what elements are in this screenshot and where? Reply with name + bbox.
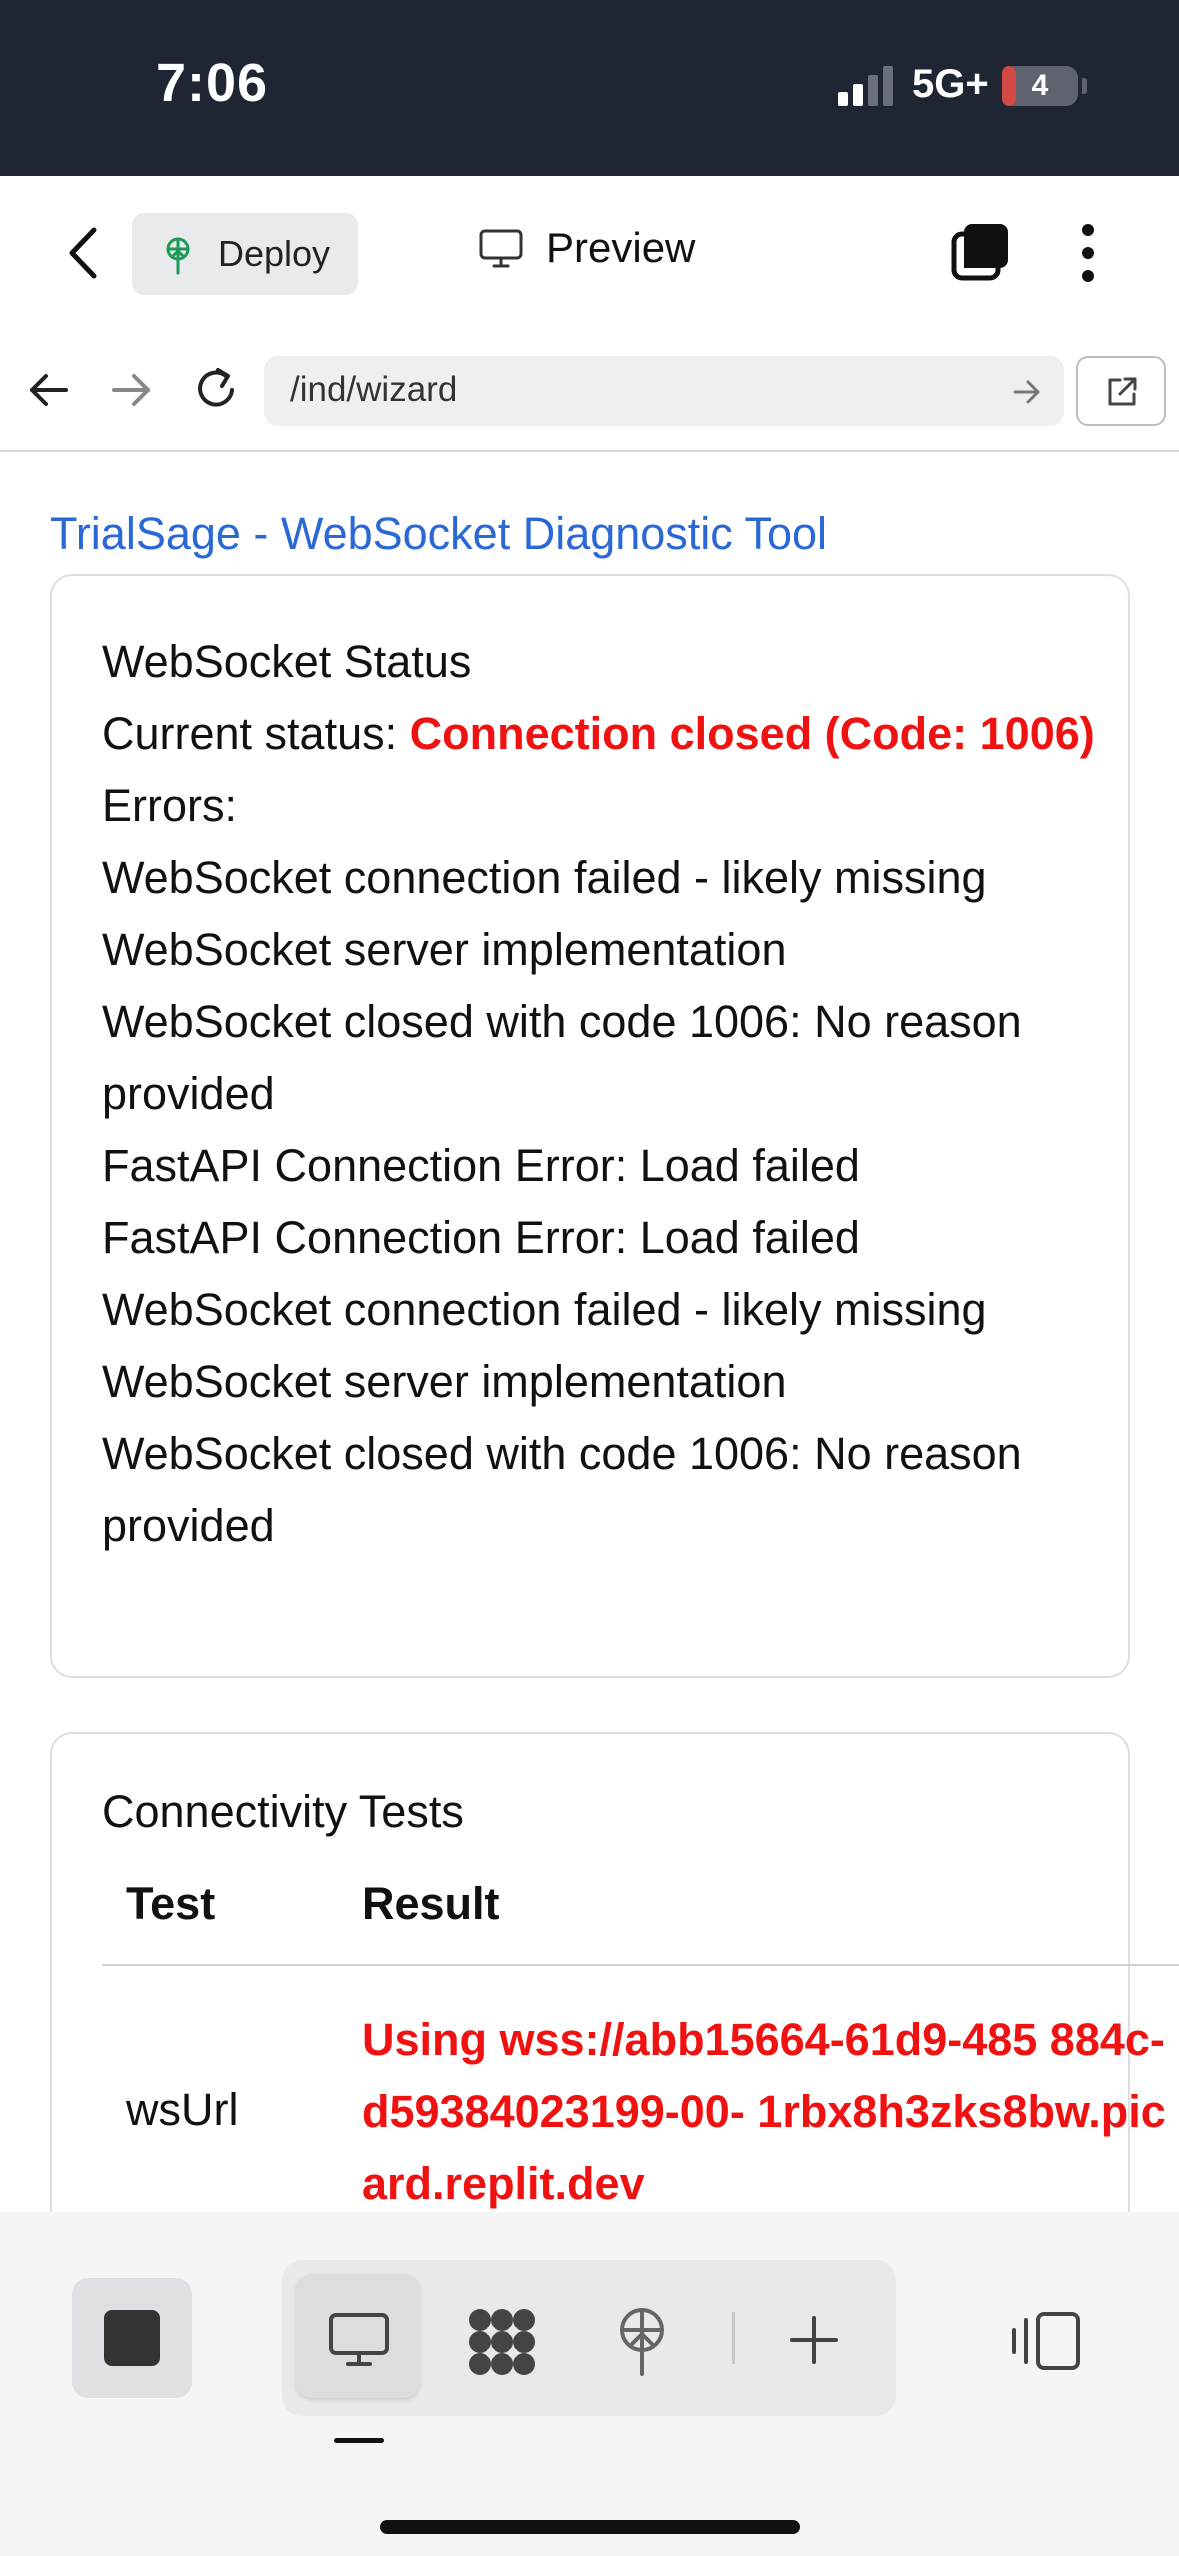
battery-icon: 4 bbox=[1002, 66, 1078, 106]
error-item: FastAPI Connection Error: Load failed bbox=[102, 1212, 860, 1263]
error-item: FastAPI Connection Error: Load failed bbox=[102, 1140, 860, 1191]
deploy-icon[interactable] bbox=[612, 2306, 672, 2376]
websocket-status-card: WebSocket Status Current status: Connect… bbox=[50, 574, 1130, 1678]
deploy-button[interactable]: Deploy bbox=[132, 213, 358, 295]
go-arrow-icon[interactable] bbox=[1012, 378, 1042, 406]
arrow-right-icon[interactable] bbox=[110, 370, 154, 410]
table-cell-result: Using wss://abb15664-61d9-485 884c-d5938… bbox=[362, 2014, 1166, 2209]
cellular-signal-icon bbox=[838, 66, 893, 106]
segment-divider bbox=[732, 2312, 735, 2364]
monitor-icon bbox=[479, 229, 523, 268]
error-item: WebSocket closed with code 1006: No reas… bbox=[102, 1428, 1022, 1551]
apps-grid-icon[interactable] bbox=[466, 2306, 538, 2378]
connectivity-tests-card: Connectivity Tests Test Result wsUrl Usi… bbox=[50, 1732, 1179, 2212]
table-cell-test: wsUrl bbox=[126, 2084, 239, 2135]
reload-icon[interactable] bbox=[192, 364, 242, 414]
back-chevron-icon[interactable] bbox=[60, 220, 110, 286]
page-title: TrialSage - WebSocket Diagnostic Tool bbox=[50, 508, 828, 559]
column-header-result: Result bbox=[362, 1878, 500, 1929]
tabs-icon[interactable] bbox=[950, 220, 1012, 282]
current-status-value: Connection closed (Code: 1006) bbox=[409, 708, 1095, 759]
url-bar[interactable]: /ind/wizard bbox=[264, 356, 1064, 426]
arrow-left-icon[interactable] bbox=[26, 370, 70, 410]
preview-label: Preview bbox=[546, 224, 696, 271]
active-tab-indicator bbox=[334, 2438, 384, 2443]
status-time: 7:06 bbox=[156, 53, 269, 113]
connectivity-heading: Connectivity Tests bbox=[102, 1786, 464, 1837]
error-item: WebSocket connection failed - likely mis… bbox=[102, 1284, 987, 1407]
open-external-button[interactable] bbox=[1076, 356, 1166, 426]
browser-bar: /ind/wizard bbox=[0, 330, 1179, 452]
status-bar: 7:06 5G+ 4 bbox=[0, 0, 1179, 176]
app-header: Deploy Preview bbox=[0, 176, 1179, 332]
preview-content: TrialSage - WebSocket Diagnostic Tool We… bbox=[0, 452, 1179, 2212]
view-switcher bbox=[282, 2260, 896, 2416]
status-heading: WebSocket Status bbox=[102, 636, 472, 687]
battery-tip bbox=[1082, 78, 1087, 94]
deploy-label: Deploy bbox=[218, 233, 331, 274]
error-item: WebSocket connection failed - likely mis… bbox=[102, 852, 987, 975]
external-link-icon bbox=[1108, 377, 1137, 406]
bottom-toolbar bbox=[0, 2212, 1179, 2556]
table-header-divider bbox=[102, 1964, 1179, 1966]
errors-label: Errors: bbox=[102, 780, 237, 831]
error-item: WebSocket closed with code 1006: No reas… bbox=[102, 996, 1022, 1119]
home-indicator[interactable] bbox=[380, 2520, 800, 2534]
monitor-icon bbox=[329, 2313, 389, 2366]
stop-button[interactable] bbox=[72, 2278, 192, 2398]
stop-icon bbox=[104, 2310, 160, 2366]
panel-toggle-icon[interactable] bbox=[1010, 2310, 1082, 2372]
current-status-label: Current status: bbox=[102, 708, 398, 759]
deploy-icon bbox=[166, 237, 190, 275]
battery-level: 4 bbox=[1031, 69, 1049, 102]
url-text: /ind/wizard bbox=[290, 370, 458, 409]
plus-icon[interactable] bbox=[788, 2314, 840, 2366]
network-type: 5G+ bbox=[912, 62, 989, 106]
column-header-test: Test bbox=[126, 1878, 216, 1929]
more-options-icon[interactable] bbox=[1078, 222, 1098, 284]
